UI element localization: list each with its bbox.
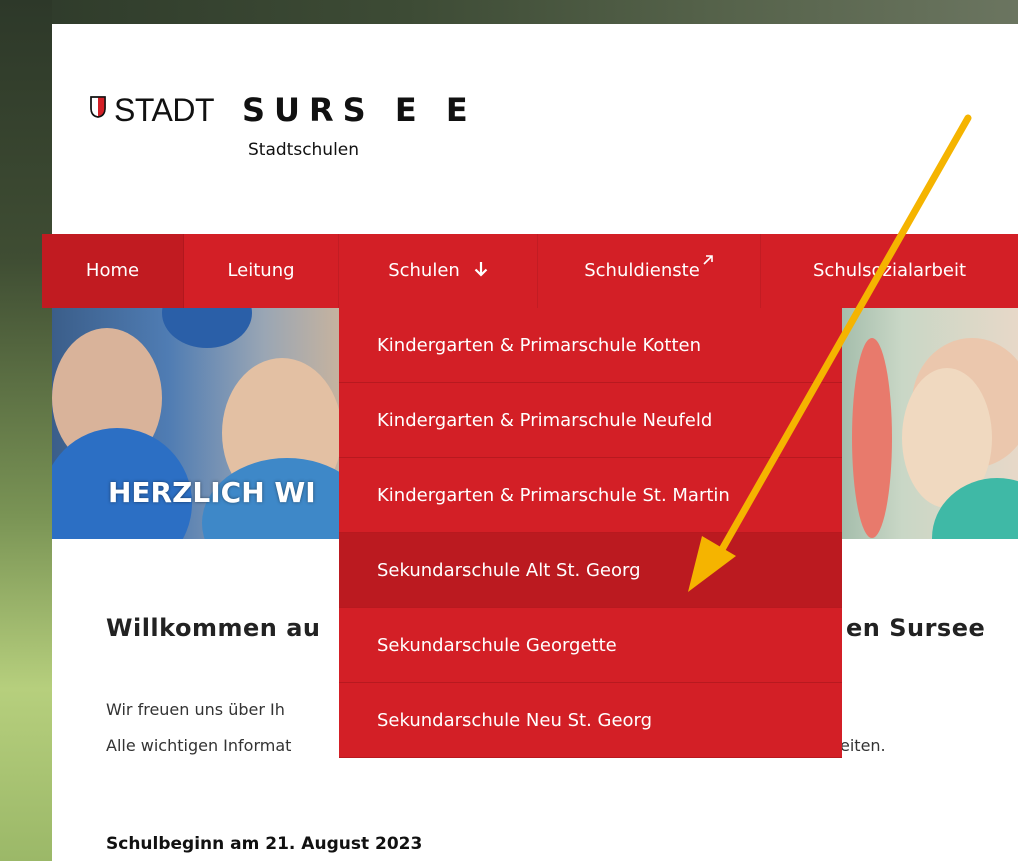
dropdown-item-neufeld[interactable]: Kindergarten & Primarschule Neufeld (339, 383, 842, 458)
dropdown-item-alt-st-georg[interactable]: Sekundarschule Alt St. Georg (339, 533, 842, 608)
intro-text-line-2: Alle wichtigen Informat (106, 736, 292, 755)
nav-item-leitung[interactable]: Leitung (184, 234, 339, 308)
dropdown-item-st-martin[interactable]: Kindergarten & Primarschule St. Martin (339, 458, 842, 533)
hero-shirt-pink (852, 338, 892, 538)
background-photo-top (0, 0, 1018, 24)
dropdown-item-kotten[interactable]: Kindergarten & Primarschule Kotten (339, 308, 842, 383)
nav-item-label: Home (85, 260, 140, 281)
dropdown-item-neu-st-georg[interactable]: Sekundarschule Neu St. Georg (339, 683, 842, 758)
schulbeginn-heading: Schulbeginn am 21. August 2023 (106, 834, 423, 854)
schulen-dropdown-menu: Kindergarten & Primarschule Kotten Kinde… (339, 308, 842, 758)
nav-item-schuldienste[interactable]: Schuldienste (538, 234, 761, 308)
nav-item-home[interactable]: Home (42, 234, 184, 308)
external-link-icon (702, 226, 714, 300)
shield-icon (90, 96, 106, 118)
dropdown-item-georgette[interactable]: Sekundarschule Georgette (339, 608, 842, 683)
nav-item-schulen[interactable]: Schulen (339, 234, 538, 308)
site-logo[interactable]: STADT SURS E E Stadtschulen (90, 90, 610, 170)
nav-item-label: Schulen (388, 260, 460, 281)
nav-item-label: Schulsozialarbeit (813, 260, 966, 281)
nav-item-label: Leitung (227, 260, 295, 281)
logo-stadt-text: STADT (114, 92, 215, 128)
background-photo-left (0, 0, 52, 861)
welcome-heading-end: en Sursee (846, 614, 986, 642)
intro-text-line-2-end: eiten. (840, 736, 886, 755)
logo-sursee-text: SURS E E (242, 91, 477, 129)
welcome-heading: Willkommen au (106, 614, 321, 642)
nav-item-label: Schuldienste (584, 260, 700, 281)
intro-text-line-1: Wir freuen uns über Ih (106, 700, 285, 719)
logo-subtitle: Stadtschulen (248, 140, 360, 160)
nav-item-schulsozialarbeit[interactable]: Schulsozialarbeit (761, 234, 1018, 308)
hero-title: HERZLICH WI (108, 476, 316, 509)
arrow-down-icon (474, 234, 488, 308)
hero-bg-shirt (162, 308, 252, 348)
main-navigation: Home Leitung Schulen Schuldienste Schuls… (42, 234, 1018, 308)
